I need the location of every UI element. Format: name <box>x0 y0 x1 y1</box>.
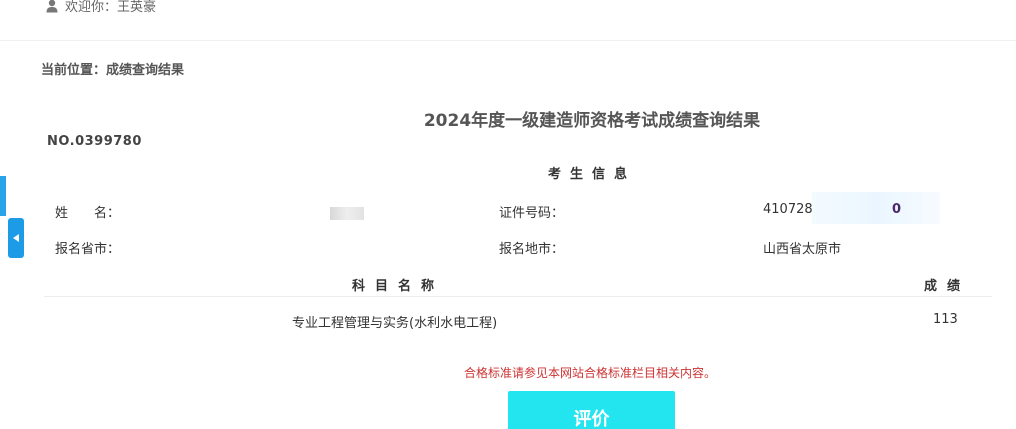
candidate-info-title: 考生信息 <box>547 167 636 182</box>
user-icon <box>46 0 58 12</box>
id-number-label: 证件号码： <box>499 206 565 221</box>
triangle-left-icon <box>12 234 19 242</box>
welcome-text: 欢迎你：王英豪 <box>65 0 157 15</box>
pass-standard-notice: 合格标准请参见本网站合格标准栏目相关内容。 <box>463 366 716 380</box>
table-divider <box>44 296 992 297</box>
evaluate-button[interactable]: 评价 <box>508 391 675 429</box>
side-panel-toggle[interactable] <box>8 218 24 258</box>
id-number-redacted <box>812 192 940 224</box>
id-number-value: 410728 <box>763 202 813 217</box>
certificate-number: NO.0399780 <box>47 134 142 149</box>
subject-column-header: 科目名称 <box>352 279 445 294</box>
id-number-suffix: 0 <box>892 202 902 217</box>
subject-cell: 专业工程管理与实务(水利水电工程) <box>292 316 498 331</box>
score-cell: 113 <box>933 312 958 327</box>
page-title: 2024年度一级建造师资格考试成绩查询结果 <box>423 111 761 131</box>
top-bar: 欢迎你：王英豪 <box>0 0 1016 41</box>
score-column-header: 成绩 <box>924 279 971 294</box>
side-panel-edge <box>0 176 6 216</box>
province-label: 报名省市： <box>55 242 121 257</box>
city-value: 山西省太原市 <box>763 242 842 257</box>
name-label: 姓 名： <box>55 206 121 221</box>
page: 欢迎你：王英豪 当前位置：成绩查询结果 2024年度一级建造师资格考试成绩查询结… <box>0 0 1016 429</box>
name-value-redacted <box>330 207 364 220</box>
city-label: 报名地市： <box>499 242 565 257</box>
welcome-message: 欢迎你：王英豪 <box>46 0 156 15</box>
breadcrumb: 当前位置：成绩查询结果 <box>41 63 185 78</box>
